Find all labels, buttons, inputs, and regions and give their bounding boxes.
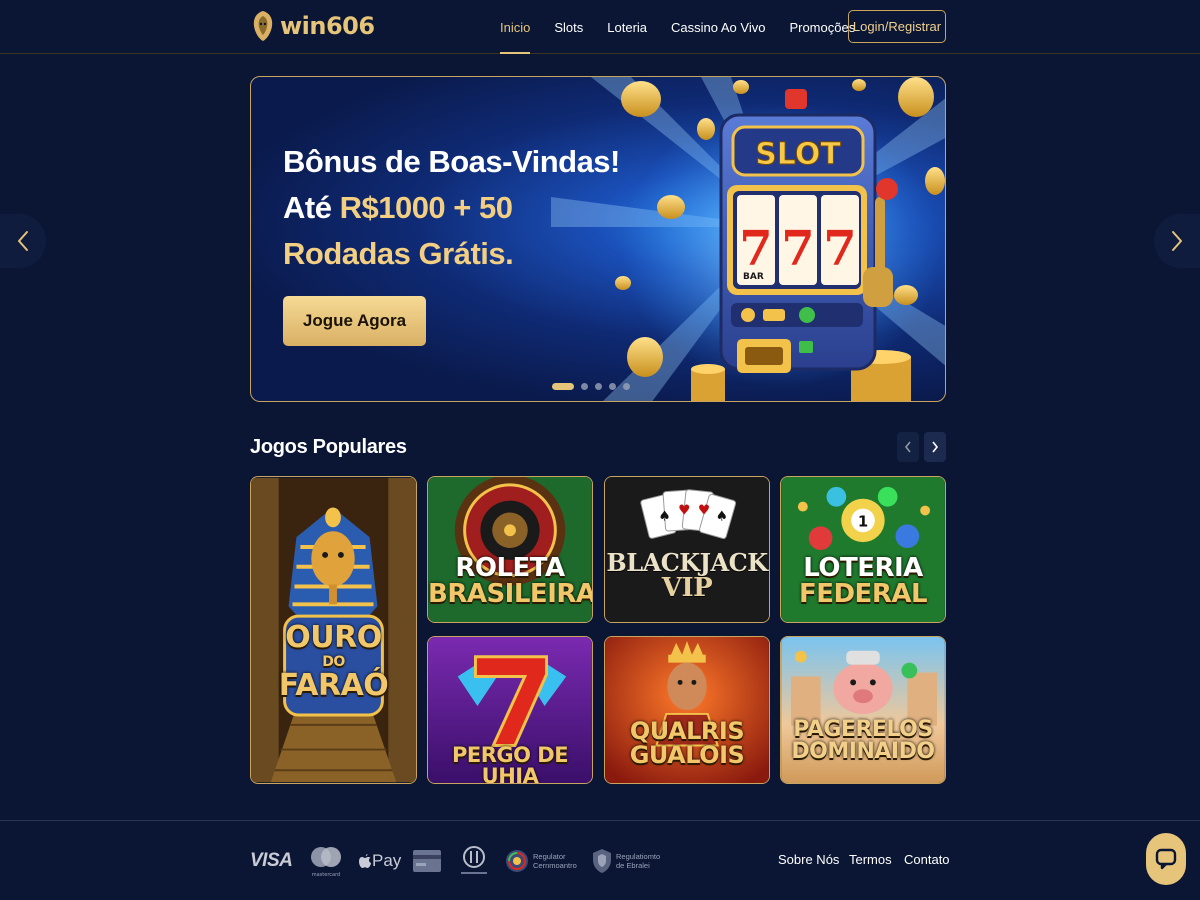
visa-logo: VISA — [250, 850, 293, 871]
play-now-button[interactable]: Jogue Agora — [283, 296, 426, 346]
nav-item-inicio[interactable]: Inicio — [500, 0, 531, 54]
carousel-dot-4[interactable] — [609, 383, 616, 390]
carousel-dot-2[interactable] — [581, 383, 588, 390]
hero-banner[interactable]: SLOT 7 7 7 BAR Bônus de Boas-Vindas! Até… — [250, 76, 946, 402]
svg-text:♥: ♥ — [678, 502, 690, 518]
game-card-blackjack-vip[interactable]: ♠ ♥ ♥ ♠ BLACKJACK VIP — [604, 476, 770, 623]
regulator-label-1-line1: Regulator — [533, 852, 566, 861]
game-title-line1: QUALRIS — [629, 717, 745, 745]
apple-pay-logo: Pay — [358, 821, 401, 900]
game-title: OURO DO FARAÓ — [251, 623, 416, 701]
regulator-badge-2: Regulatiomto de Ebralei — [592, 821, 660, 900]
footer-link-sobre-nos[interactable]: Sobre Nós — [778, 852, 839, 867]
live-chat-button[interactable] — [1146, 833, 1186, 885]
game-title-line2: DOMINAIDO — [791, 739, 935, 764]
game-title: LOTERIA FEDERAL — [781, 555, 945, 607]
diners-club-logo — [458, 821, 490, 900]
game-title-line2: GUALOIS — [629, 741, 745, 769]
site-header: win606 Inicio Slots Loteria Cassino Ao V… — [0, 0, 1200, 54]
regulator-seal-icon — [506, 850, 528, 872]
carousel-dot-5[interactable] — [623, 383, 630, 390]
mastercard-caption: mastercard — [312, 872, 340, 878]
game-title-line2: VIP — [661, 573, 713, 603]
footer-link-termos[interactable]: Termos — [849, 852, 892, 867]
diners-club-icon — [461, 846, 487, 874]
carousel-next-button[interactable] — [1154, 214, 1200, 268]
game-title-line1: PAGERELOS — [793, 717, 933, 742]
hero-title-line3: Rodadas Grátis. — [283, 236, 514, 271]
game-card-pergo-de-uhia[interactable]: PERGO DE UHIA — [427, 636, 593, 784]
popular-prev-button[interactable] — [897, 432, 919, 462]
hero-title: Bônus de Boas-Vindas! Até R$1000 + 50 Ro… — [283, 139, 623, 277]
credit-card-icon — [413, 850, 441, 872]
slot-sign-text: SLOT — [755, 137, 841, 172]
game-card-loteria-federal[interactable]: 1 LOTERIA FEDERAL — [780, 476, 946, 623]
apple-pay-text: Pay — [372, 851, 402, 870]
lion-logo-icon — [253, 11, 273, 41]
section-title-popular-games: Jogos Populares — [250, 436, 407, 458]
reel-symbol-3: 7 — [823, 221, 856, 277]
logo-text: win606 — [280, 12, 375, 40]
nav-item-loteria[interactable]: Loteria — [607, 0, 647, 54]
bar-label: BAR — [743, 272, 764, 282]
regulator-label-2-line1: Regulatiomto — [616, 852, 661, 861]
hero-title-line2-prefix: Até — [283, 190, 340, 225]
game-title-line1: ROLETA — [455, 553, 565, 583]
popular-next-button[interactable] — [924, 432, 946, 462]
bank-card-logo — [412, 821, 442, 900]
game-card-qualris-gualois[interactable]: QUALRIS GUALOIS — [604, 636, 770, 784]
game-card-roleta-brasileira[interactable]: ROLETA BRASILEIRA — [427, 476, 593, 623]
chevron-right-icon — [1172, 231, 1182, 251]
apple-icon — [359, 854, 371, 868]
mastercard-icon: mastercard — [311, 847, 341, 878]
game-title: BLACKJACK VIP — [605, 548, 769, 603]
game-title: QUALRIS GUALOIS — [605, 719, 769, 767]
hero-title-bonus-amount: R$1000 + 50 — [339, 190, 513, 225]
svg-text:♠: ♠ — [716, 508, 728, 524]
footer-link-contato[interactable]: Contato — [904, 852, 950, 867]
game-title-line3: FARAÓ — [278, 668, 389, 703]
login-register-button[interactable]: Login/Registrar — [848, 10, 946, 43]
carousel-dot-1[interactable] — [552, 383, 574, 390]
regulator-label-2-line2: de Ebralei — [616, 861, 650, 870]
svg-text:1: 1 — [858, 513, 868, 530]
nav-item-slots[interactable]: Slots — [554, 0, 583, 54]
site-footer: VISA mastercard Pay Regulator Cernmoantr… — [0, 820, 1200, 900]
game-title-line2: BRASILEIRA — [428, 579, 593, 609]
chevron-right-icon — [932, 441, 939, 453]
game-card-pagerelos-dominaido[interactable]: PAGERELOS DOMINAIDO — [780, 636, 946, 784]
game-title-line1: BLACKJACK — [606, 548, 768, 577]
regulator-badge-1: Regulator Cernmoantro — [505, 821, 577, 900]
game-title: PAGERELOS DOMINAIDO — [781, 719, 945, 763]
svg-text:♥: ♥ — [698, 502, 710, 518]
shield-icon — [593, 849, 611, 873]
game-title: ROLETA BRASILEIRA — [428, 555, 592, 607]
reel-symbol-2: 7 — [781, 221, 814, 277]
game-title-line1: OURO — [285, 620, 382, 655]
hero-title-line2: Até R$1000 + 50 — [283, 185, 623, 231]
carousel-dot-3[interactable] — [595, 383, 602, 390]
reel-symbol-1: 7 — [739, 221, 772, 277]
game-title: PERGO DE UHIA — [428, 745, 592, 784]
chevron-left-icon — [18, 231, 28, 251]
svg-text:♠: ♠ — [658, 508, 670, 524]
hero-title-line1: Bônus de Boas-Vindas! — [283, 144, 620, 179]
carousel-prev-button[interactable] — [0, 214, 46, 268]
regulator-label-2: Regulatiomto de Ebralei — [616, 852, 660, 870]
nav-item-promocoes[interactable]: Promoções — [789, 0, 855, 54]
chevron-left-icon — [904, 441, 911, 453]
regulator-label-1-line2: Cernmoantro — [533, 861, 577, 870]
logo[interactable]: win606 — [250, 8, 375, 44]
main-nav: Inicio Slots Loteria Cassino Ao Vivo Pro… — [500, 0, 879, 54]
game-title-line2: FEDERAL — [798, 579, 928, 609]
game-title-line1: PERGO DE UHIA — [451, 743, 569, 784]
nav-item-cassino-ao-vivo[interactable]: Cassino Ao Vivo — [671, 0, 765, 54]
game-title-line1: LOTERIA — [803, 553, 923, 583]
game-card-ouro-do-farao[interactable]: OURO DO FARAÓ — [250, 476, 417, 784]
chat-bubble-icon — [1155, 848, 1177, 870]
mastercard-logo: mastercard — [308, 821, 344, 900]
regulator-label-1: Regulator Cernmoantro — [533, 852, 577, 870]
carousel-dots — [552, 383, 630, 390]
